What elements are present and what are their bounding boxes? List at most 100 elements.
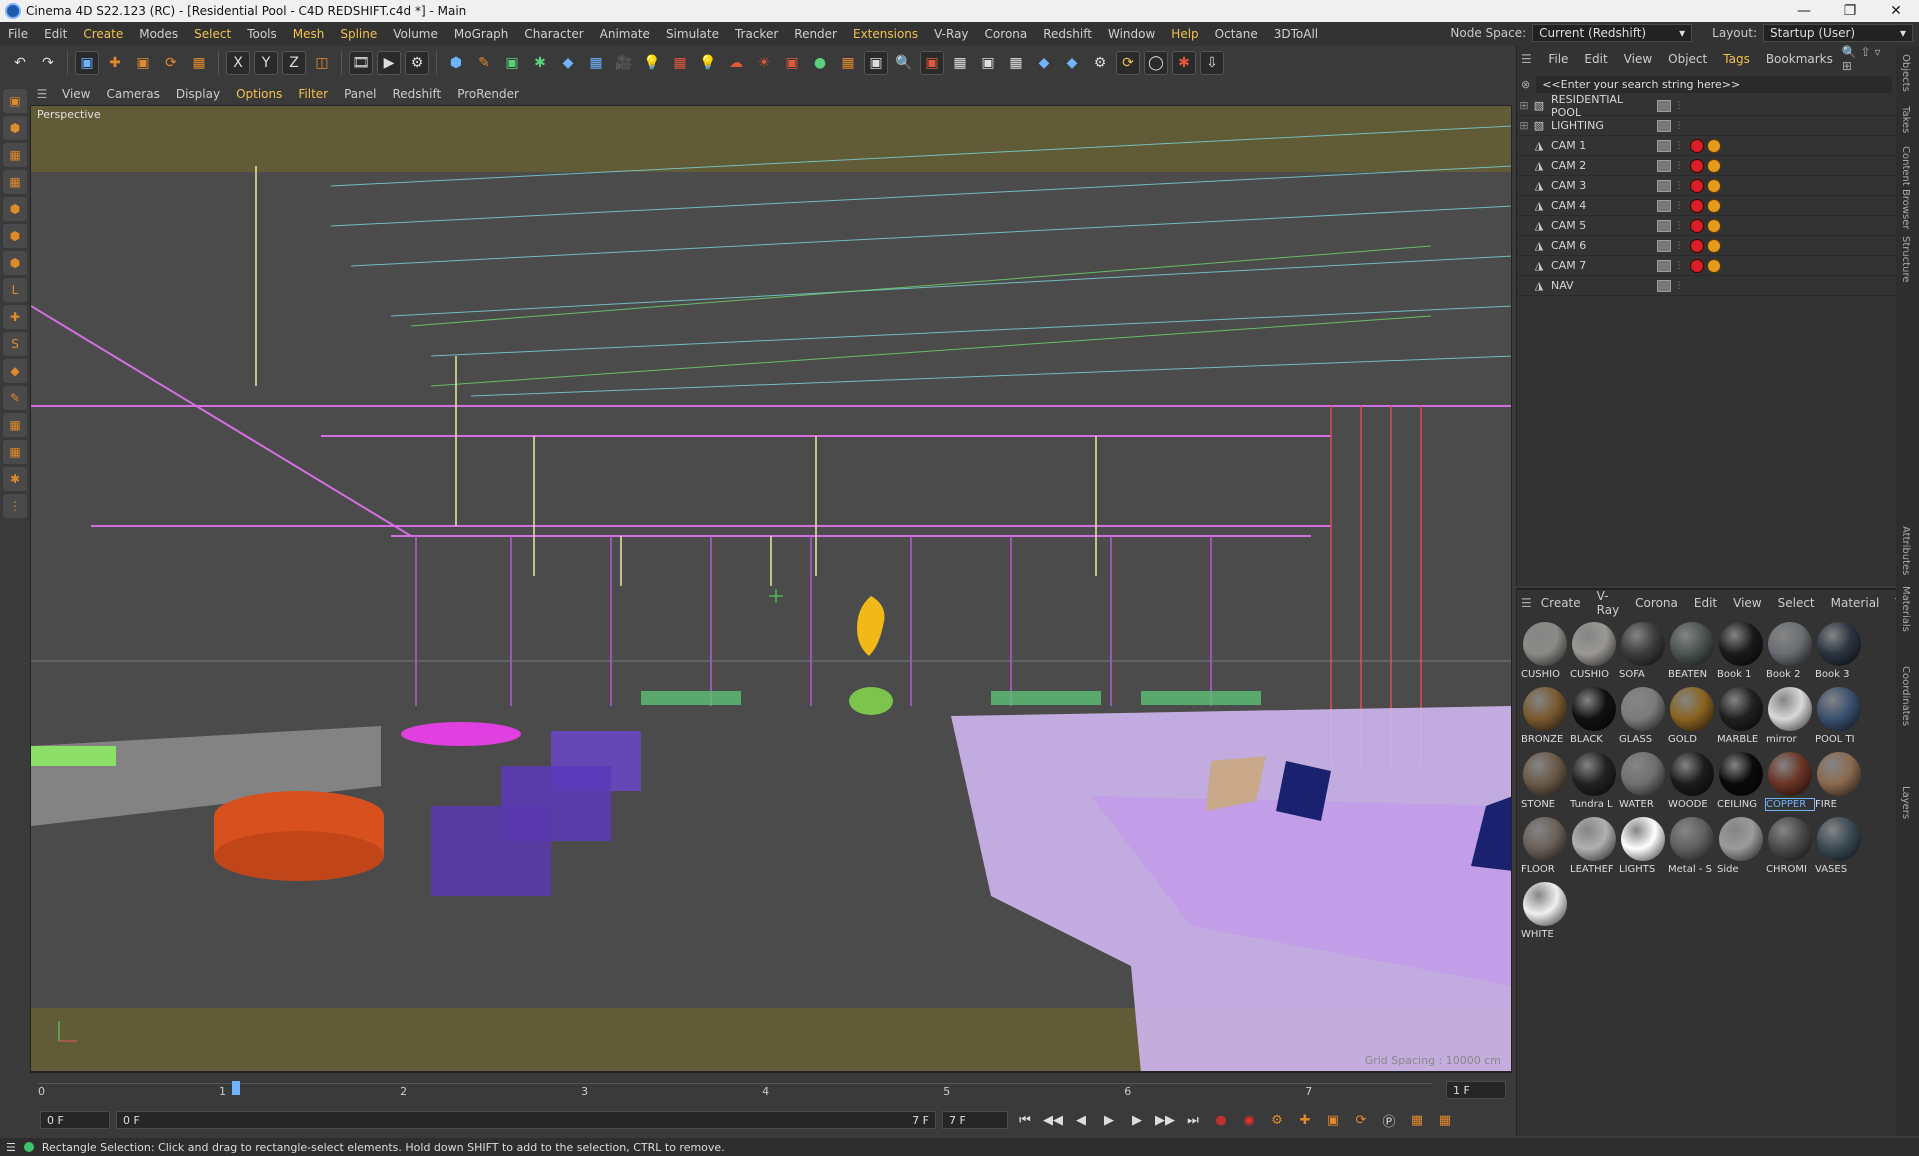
object-name[interactable]: CAM 3: [1547, 179, 1653, 192]
layer-color-icon[interactable]: [1657, 139, 1671, 152]
autokey-icon[interactable]: ◉: [1238, 1109, 1260, 1131]
visibility-toggle-icon[interactable]: ⋮: [1671, 161, 1687, 171]
layer-color-icon[interactable]: [1657, 159, 1671, 172]
node-space-dropdown[interactable]: Current (Redshift) ▾: [1532, 24, 1693, 42]
render-queue-icon[interactable]: ▦: [948, 51, 972, 75]
viewport-menu-filter[interactable]: Filter: [290, 87, 336, 101]
material-swatch[interactable]: FIRE: [1815, 752, 1863, 816]
material-swatch[interactable]: MARBLE: [1717, 687, 1765, 751]
material-swatch[interactable]: LIGHTS: [1619, 817, 1667, 881]
visibility-toggle-icon[interactable]: ⋮: [1671, 281, 1687, 291]
redshift-material-icon[interactable]: ●: [808, 51, 832, 75]
move-icon[interactable]: ✚: [103, 51, 127, 75]
deformer-icon[interactable]: ◆: [556, 51, 580, 75]
redshift-light-icon[interactable]: 💡: [696, 51, 720, 75]
side-tab-structure[interactable]: Structure: [1900, 236, 1911, 283]
render-view-icon[interactable]: 🎞: [349, 51, 373, 75]
menu-v-ray[interactable]: V-Ray: [926, 27, 976, 41]
ipr-window-icon[interactable]: ▣: [920, 51, 944, 75]
menu-tools[interactable]: Tools: [239, 27, 285, 41]
object-menu-tags[interactable]: Tags: [1716, 52, 1757, 66]
layer-color-icon[interactable]: [1657, 279, 1671, 292]
menu-help[interactable]: Help: [1163, 27, 1206, 41]
menu-extensions[interactable]: Extensions: [845, 27, 926, 41]
menu-corona[interactable]: Corona: [977, 27, 1036, 41]
material-swatch[interactable]: BEATEN: [1668, 622, 1716, 686]
material-menu-corona[interactable]: Corona: [1628, 596, 1685, 610]
layer-color-icon[interactable]: [1657, 179, 1671, 192]
material-menu-select[interactable]: Select: [1771, 596, 1822, 610]
grid-icon[interactable]: ▦: [3, 440, 27, 464]
object-row[interactable]: ◮ NAV ⋮: [1517, 276, 1896, 296]
edges-mode-icon[interactable]: ⬢: [3, 224, 27, 248]
render-settings-icon[interactable]: ⚙: [405, 51, 429, 75]
redshift-dome-icon[interactable]: ☁: [724, 51, 748, 75]
snapshot-icon[interactable]: ▦: [1004, 51, 1028, 75]
y-axis-lock-button[interactable]: Y: [254, 51, 278, 75]
object-row[interactable]: ◮ CAM 6 ⋮: [1517, 236, 1896, 256]
menu-3dtoall[interactable]: 3DToAll: [1266, 27, 1326, 41]
viewport-menu-prorender[interactable]: ProRender: [449, 87, 527, 101]
object-name[interactable]: CAM 6: [1547, 239, 1653, 252]
object-name[interactable]: CAM 5: [1547, 219, 1653, 232]
menu-render[interactable]: Render: [786, 27, 845, 41]
previous-frame-icon[interactable]: ◀: [1070, 1109, 1092, 1131]
cube-icon[interactable]: ⬢: [444, 51, 468, 75]
timeline-layout-icon[interactable]: ▦: [1434, 1109, 1456, 1131]
locked-workplane-icon[interactable]: ◆: [3, 359, 27, 383]
tweak-icon[interactable]: ✚: [3, 305, 27, 329]
object-name[interactable]: LIGHTING: [1547, 119, 1653, 132]
side-tab-objects[interactable]: Objects: [1900, 54, 1911, 92]
redshift-camera-tag-icon[interactable]: [1690, 218, 1704, 233]
material-swatch[interactable]: VASES: [1815, 817, 1863, 881]
expand-icon[interactable]: ⊞: [1517, 119, 1531, 132]
material-swatch[interactable]: BRONZE: [1521, 687, 1569, 751]
viewport-menu-panel[interactable]: Panel: [336, 87, 384, 101]
side-tab-attributes[interactable]: Attributes: [1900, 526, 1911, 575]
visibility-toggle-icon[interactable]: ⋮: [1671, 261, 1687, 271]
xpresso-icon[interactable]: ✱: [3, 467, 27, 491]
texture-mode-icon[interactable]: ▦: [3, 143, 27, 167]
viewport-menu-cameras[interactable]: Cameras: [98, 87, 167, 101]
layer-color-icon[interactable]: [1657, 259, 1671, 272]
redshift-area-icon[interactable]: ▣: [780, 51, 804, 75]
material-swatch[interactable]: WATER: [1619, 752, 1667, 816]
restore-button[interactable]: ❐: [1827, 3, 1873, 19]
menu-modes[interactable]: Modes: [131, 27, 186, 41]
material-swatch[interactable]: WOODE: [1668, 752, 1716, 816]
material-swatch[interactable]: FLOOR: [1521, 817, 1569, 881]
camera-icon[interactable]: 🎥: [612, 51, 636, 75]
redshift-camera-tag-icon[interactable]: [1690, 238, 1704, 253]
menu-file[interactable]: File: [0, 27, 36, 41]
redshift-camera-tag-icon[interactable]: [1690, 198, 1704, 213]
protection-tag-icon[interactable]: [1707, 258, 1721, 273]
layer-color-icon[interactable]: [1657, 119, 1671, 132]
object-menu-object[interactable]: Object: [1661, 52, 1714, 66]
start-frame-field[interactable]: 0 F: [40, 1111, 110, 1129]
rotation-key-icon[interactable]: ⟳: [1350, 1109, 1372, 1131]
side-tab-coordinates[interactable]: Coordinates: [1900, 666, 1911, 726]
minimize-button[interactable]: —: [1781, 3, 1827, 19]
menu-edit[interactable]: Edit: [36, 27, 75, 41]
object-menu-bookmarks[interactable]: Bookmarks: [1759, 52, 1840, 66]
texture-icon[interactable]: ▣: [976, 51, 1000, 75]
menu-select[interactable]: Select: [186, 27, 239, 41]
material-menu-view[interactable]: View: [1726, 596, 1768, 610]
object-name[interactable]: CAM 4: [1547, 199, 1653, 212]
cloner-icon[interactable]: ✱: [528, 51, 552, 75]
menu-octane[interactable]: Octane: [1207, 27, 1266, 41]
viewport-menu-view[interactable]: View: [54, 87, 98, 101]
material-menu-material[interactable]: Material: [1824, 596, 1887, 610]
parameter-key-icon[interactable]: Ⓟ: [1378, 1109, 1400, 1131]
menu-window[interactable]: Window: [1100, 27, 1163, 41]
protection-tag-icon[interactable]: [1707, 238, 1721, 253]
rotate-icon[interactable]: ⟳: [159, 51, 183, 75]
material-swatch[interactable]: Book 2: [1766, 622, 1814, 686]
x-axis-lock-button[interactable]: X: [226, 51, 250, 75]
menu-tracker[interactable]: Tracker: [727, 27, 786, 41]
z-axis-lock-button[interactable]: Z: [282, 51, 306, 75]
workplane-icon[interactable]: ▦: [3, 170, 27, 194]
light-icon[interactable]: 💡: [640, 51, 664, 75]
recent-tools-icon[interactable]: ▦: [187, 51, 211, 75]
playhead[interactable]: [232, 1081, 240, 1095]
